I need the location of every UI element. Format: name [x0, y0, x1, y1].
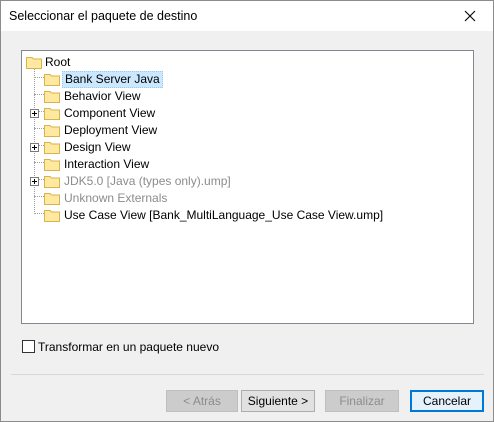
- folder-icon: [44, 74, 60, 86]
- finish-button[interactable]: Finalizar: [325, 390, 399, 412]
- folder-icon: [26, 57, 42, 69]
- back-button[interactable]: < Atrás: [166, 390, 238, 412]
- dialog-title: Seleccionar el paquete de destino: [9, 9, 198, 23]
- dialog-window: Seleccionar el paquete de destino Root B…: [0, 0, 494, 422]
- folder-icon: [44, 193, 60, 205]
- tree-item-design-view[interactable]: Design View: [30, 139, 230, 156]
- tree-item-label: Behavior View: [64, 89, 141, 103]
- transform-label: Transformar en un paquete nuevo: [38, 340, 220, 354]
- cancel-button[interactable]: Cancelar: [410, 390, 484, 412]
- plus-expander-icon[interactable]: [30, 143, 39, 152]
- tree-connector-line: [34, 77, 44, 78]
- transform-checkbox[interactable]: [22, 340, 35, 353]
- tree-item-component-view[interactable]: Component View: [30, 105, 230, 122]
- folder-icon: [44, 159, 60, 171]
- tree-connector-line: [34, 196, 44, 197]
- tree-connector-line: [34, 162, 44, 163]
- tree-item-label: Interaction View: [64, 157, 150, 171]
- folder-icon: [44, 108, 60, 120]
- tree-connector-line: [34, 128, 44, 129]
- folder-icon: [44, 125, 60, 137]
- tree-item-label: Use Case View [Bank_MultiLanguage_Use Ca…: [64, 208, 384, 222]
- tree-item-jdk[interactable]: JDK5.0 [Java (types only).ump]: [30, 173, 330, 190]
- tree-item-label: Deployment View: [64, 123, 158, 137]
- close-icon: [464, 10, 476, 22]
- tree-item-label: Unknown Externals: [64, 191, 168, 205]
- package-tree[interactable]: Root Bank Server Java Behavior View Comp…: [21, 50, 474, 324]
- plus-expander-icon[interactable]: [30, 177, 39, 186]
- plus-expander-icon[interactable]: [30, 109, 39, 118]
- tree-item-label: Root: [45, 55, 71, 69]
- folder-icon: [44, 142, 60, 154]
- tree-item-label: Design View: [64, 140, 131, 154]
- tree-item-label: JDK5.0 [Java (types only).ump]: [64, 174, 231, 188]
- title-bar: Seleccionar el paquete de destino: [1, 1, 493, 31]
- divider: [11, 374, 484, 375]
- folder-icon: [44, 91, 60, 103]
- tree-item-label: Bank Server Java: [62, 71, 163, 88]
- tree-connector-line: [34, 94, 44, 95]
- tree-connector-line: [34, 213, 44, 214]
- folder-icon: [44, 176, 60, 188]
- next-button[interactable]: Siguiente >: [241, 390, 315, 412]
- close-button[interactable]: [447, 1, 493, 31]
- folder-icon: [44, 210, 60, 222]
- tree-item-label: Component View: [64, 106, 156, 120]
